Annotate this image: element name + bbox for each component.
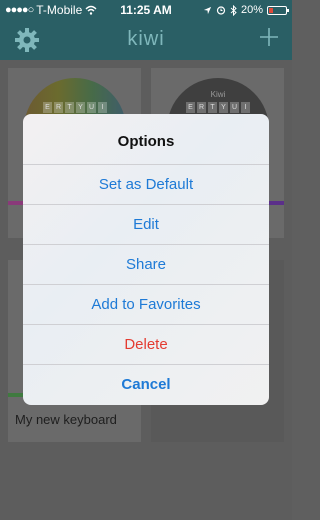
key: U bbox=[230, 102, 239, 113]
add-to-favorites-button[interactable]: Add to Favorites bbox=[23, 284, 269, 324]
preview-keys: E R T Y U I bbox=[30, 102, 120, 113]
set-as-default-button[interactable]: Set as Default bbox=[23, 164, 269, 204]
app-title: kiwi bbox=[127, 28, 165, 50]
key: I bbox=[241, 102, 250, 113]
carrier-label: T-Mobile bbox=[36, 3, 83, 17]
key: R bbox=[197, 102, 206, 113]
preview-keys: E R T Y U I bbox=[173, 102, 263, 113]
cancel-button[interactable]: Cancel bbox=[23, 364, 269, 404]
signal-dots-icon: ●●●●○ bbox=[5, 4, 34, 16]
status-right: 20% bbox=[203, 4, 289, 16]
location-arrow-icon bbox=[203, 6, 212, 14]
key: I bbox=[98, 102, 107, 113]
alert-title: Options bbox=[117, 133, 175, 150]
keyboard-name: My new keyboard bbox=[15, 412, 117, 427]
bluetooth-icon bbox=[230, 4, 237, 16]
key: T bbox=[208, 102, 217, 113]
share-button[interactable]: Share bbox=[23, 244, 269, 284]
status-bar: ●●●●○ T-Mobile 11:25 AM 20% bbox=[0, 0, 292, 20]
battery-icon bbox=[267, 5, 289, 15]
keyboard-brand: Kiwi bbox=[210, 90, 226, 99]
key: R bbox=[54, 102, 63, 113]
key: E bbox=[186, 102, 195, 113]
key: T bbox=[65, 102, 74, 113]
key: Y bbox=[219, 102, 228, 113]
nav-bar: kiwi bbox=[0, 20, 292, 60]
delete-button[interactable]: Delete bbox=[23, 324, 269, 364]
plus-icon[interactable] bbox=[258, 26, 280, 48]
status-left: ●●●●○ T-Mobile bbox=[5, 3, 97, 17]
key: E bbox=[43, 102, 52, 113]
battery-percent: 20% bbox=[240, 4, 263, 16]
alarm-clock-icon bbox=[216, 6, 226, 15]
wifi-icon bbox=[85, 5, 97, 15]
edit-button[interactable]: Edit bbox=[23, 204, 269, 244]
key: Y bbox=[76, 102, 85, 113]
options-alert: Options Set as Default Edit Share Add to… bbox=[23, 114, 269, 405]
key: U bbox=[87, 102, 96, 113]
